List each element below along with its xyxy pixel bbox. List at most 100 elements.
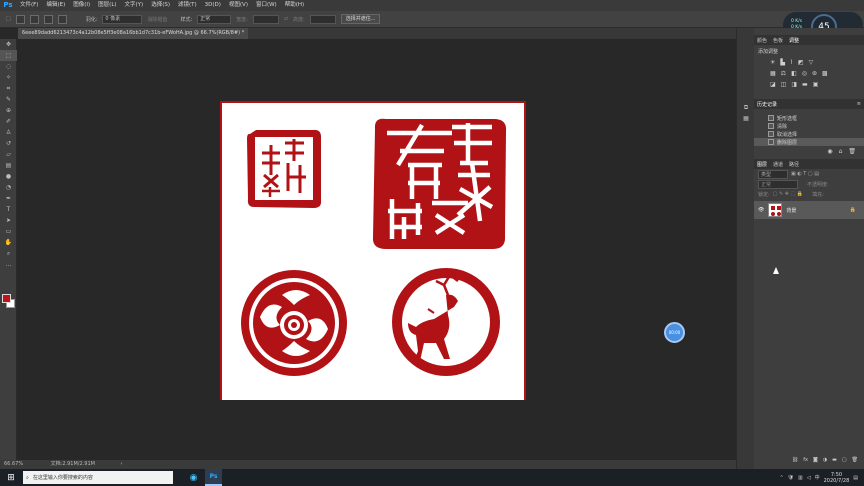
ime-icon[interactable]: 中 — [815, 474, 820, 481]
eraser-tool-icon[interactable]: ▱ — [0, 149, 17, 160]
clone-stamp-tool-icon[interactable]: ♙ — [0, 127, 17, 138]
menu-view[interactable]: 视图(V) — [225, 0, 252, 11]
new-layer-icon[interactable]: ▢ — [842, 457, 847, 465]
channel-mixer-icon[interactable]: ⊛ — [812, 70, 817, 77]
defender-icon[interactable]: 🛡 — [788, 475, 794, 481]
antialias-checkbox[interactable]: 消除锯齿 — [147, 16, 167, 23]
windows-start-icon[interactable]: ⊞ — [4, 471, 18, 485]
tab-layers[interactable]: 图层 — [757, 161, 767, 168]
blur-tool-icon[interactable]: ● — [0, 171, 17, 182]
invert-icon[interactable]: ◪ — [770, 81, 776, 88]
type-tool-icon[interactable]: T — [0, 204, 17, 215]
menu-filter[interactable]: 滤镜(T) — [174, 0, 201, 11]
hue-saturation-icon[interactable]: ▦ — [770, 70, 776, 77]
menu-image[interactable]: 图像(I) — [69, 0, 94, 11]
selective-color-icon[interactable]: ▣ — [813, 81, 819, 88]
blend-mode-select[interactable]: 正常 — [758, 179, 798, 189]
filter-icons[interactable]: ▣ ◐ T ▢ ▤ — [791, 171, 819, 177]
threshold-icon[interactable]: ◨ — [791, 81, 797, 88]
eyedropper-tool-icon[interactable]: ✎ — [0, 94, 17, 105]
style-select[interactable]: 正常 — [197, 14, 232, 24]
menu-type[interactable]: 文字(Y) — [121, 0, 148, 11]
layer-kind-select[interactable]: 类型 — [758, 169, 788, 179]
rectangle-tool-icon[interactable]: ▭ — [0, 226, 17, 237]
brightness-icon[interactable]: ☀ — [770, 59, 775, 66]
menu-3d[interactable]: 3D(D) — [201, 0, 225, 11]
dodge-tool-icon[interactable]: ◔ — [0, 182, 17, 193]
crop-tool-icon[interactable]: ⌗ — [0, 83, 17, 94]
gradient-tool-icon[interactable]: ▤ — [0, 160, 17, 171]
menu-layer[interactable]: 图层(L) — [94, 0, 120, 11]
status-arrow-icon[interactable]: › — [97, 461, 123, 467]
recording-timer[interactable]: 00:00 — [664, 322, 685, 343]
posterize-icon[interactable]: ◫ — [781, 81, 787, 88]
path-selection-tool-icon[interactable]: ➤ — [0, 215, 17, 226]
select-and-mask-button[interactable]: 选择并遮住... — [340, 14, 381, 24]
vibrance-icon[interactable]: ▽ — [809, 59, 814, 66]
trash-icon[interactable]: 🗑 — [848, 148, 856, 155]
healing-brush-tool-icon[interactable]: ⊕ — [0, 105, 17, 116]
properties-panel-icon[interactable]: ▦ — [737, 113, 755, 124]
lasso-tool-icon[interactable]: ◌ — [0, 61, 17, 72]
color-balance-icon[interactable]: ⚖ — [781, 70, 786, 77]
history-panel-icon[interactable]: ⧉ — [737, 102, 755, 113]
camera-icon[interactable]: ⌂ — [839, 148, 843, 155]
zoom-level[interactable]: 66.67% — [0, 461, 23, 467]
add-selection-icon[interactable] — [29, 14, 39, 24]
feather-input[interactable]: 0 像素 — [102, 14, 143, 24]
panel-menu-icon[interactable]: ≡ — [857, 101, 861, 107]
history-item-selected[interactable]: 删除图层 — [754, 138, 864, 146]
group-icon[interactable]: ▬ — [832, 457, 837, 465]
subtract-selection-icon[interactable] — [43, 14, 53, 24]
tab-channels[interactable]: 通道 — [773, 161, 783, 168]
history-item[interactable]: 取消选择 — [754, 130, 864, 138]
zoom-tool-icon[interactable]: ⌕ — [0, 248, 17, 259]
history-brush-tool-icon[interactable]: ↺ — [0, 138, 17, 149]
marquee-tool-icon[interactable]: ⬚ — [6, 16, 11, 22]
network-icon[interactable]: ▥ — [798, 475, 803, 481]
browser-taskbar-icon[interactable]: ◉ — [185, 469, 202, 486]
volume-icon[interactable]: ◁ — [807, 475, 811, 481]
move-tool-icon[interactable]: ✥ — [0, 39, 17, 50]
notification-icon[interactable]: ▤ — [853, 475, 858, 481]
black-white-icon[interactable]: ◧ — [791, 70, 797, 77]
adjustment-layer-icon[interactable]: ◑ — [823, 457, 827, 465]
layer-row[interactable]: 👁 背景 🔒 — [754, 201, 864, 219]
color-lookup-icon[interactable]: ▩ — [822, 70, 828, 77]
photoshop-taskbar-icon[interactable]: Ps — [205, 469, 222, 486]
layer-style-icon[interactable]: fx — [803, 457, 808, 465]
layer-mask-icon[interactable]: ◙ — [813, 457, 818, 465]
width-input[interactable] — [252, 14, 279, 24]
clock[interactable]: 7:50 2020/7/28 — [824, 472, 850, 484]
color-swatches[interactable] — [2, 294, 15, 308]
swap-icon[interactable]: ⇄ — [284, 16, 288, 22]
menu-help[interactable]: 帮助(H) — [281, 0, 308, 11]
link-layers-icon[interactable]: ⛓ — [792, 457, 798, 465]
history-item[interactable]: 清除 — [754, 122, 864, 130]
exposure-icon[interactable]: ◩ — [798, 59, 804, 66]
magic-wand-tool-icon[interactable]: ✧ — [0, 72, 17, 83]
menu-window[interactable]: 窗口(W) — [252, 0, 281, 11]
menu-file[interactable]: 文件(F) — [16, 0, 42, 11]
taskbar-search[interactable]: ⌕ 在这里输入你要搜索的内容 — [23, 471, 173, 484]
new-selection-icon[interactable] — [15, 14, 25, 24]
tab-paths[interactable]: 路径 — [789, 161, 799, 168]
delete-layer-icon[interactable]: 🗑 — [852, 457, 858, 465]
eye-icon[interactable]: 👁 — [758, 207, 764, 213]
menu-edit[interactable]: 编辑(E) — [42, 0, 69, 11]
lock-icons[interactable]: ▢ ✎ ✥ ⬚ 🔒 — [773, 191, 803, 197]
brush-tool-icon[interactable]: ✐ — [0, 116, 17, 127]
photo-filter-icon[interactable]: ◎ — [802, 70, 807, 77]
gradient-map-icon[interactable]: ▬ — [802, 81, 808, 88]
marquee-tool-icon[interactable]: ⬚ — [0, 50, 17, 61]
tab-swatches[interactable]: 色板 — [773, 37, 783, 44]
hand-tool-icon[interactable]: ✋ — [0, 237, 17, 248]
curves-icon[interactable]: ⌇ — [790, 59, 793, 66]
tab-adjustments[interactable]: 调整 — [789, 37, 799, 44]
menu-select[interactable]: 选择(S) — [147, 0, 174, 11]
snapshot-icon[interactable]: ◉ — [827, 148, 832, 155]
tab-color[interactable]: 颜色 — [757, 37, 767, 44]
history-item[interactable]: 矩形选框 — [754, 114, 864, 122]
more-tools-icon[interactable]: … — [0, 259, 17, 270]
intersect-selection-icon[interactable] — [57, 14, 67, 24]
